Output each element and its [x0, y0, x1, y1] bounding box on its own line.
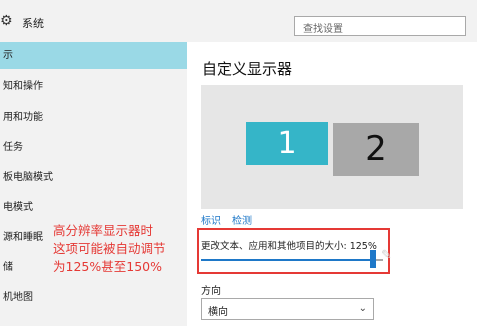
page-title: 自定义显示器 [202, 60, 293, 78]
gear-icon: ⚙ [0, 13, 13, 29]
search-placeholder: 查找设置 [303, 24, 343, 35]
title-bar: ⚙ 系统 查找设置 [0, 0, 477, 42]
sidebar-item-battery-saver[interactable]: 电模式 [0, 194, 187, 221]
monitor-1[interactable]: 1 [246, 122, 328, 165]
monitor-2[interactable]: 2 [333, 123, 419, 176]
main-panel: 自定义显示器 1 2 标识 检测 [187, 42, 477, 326]
sidebar-item-offline-maps[interactable]: 机地图 [0, 284, 187, 311]
annotation-line: 这项可能被自动调节 [53, 241, 166, 256]
sidebar-item-display[interactable]: 示 [0, 42, 187, 69]
sidebar-item-multitasking[interactable]: 任务 [0, 134, 187, 161]
scale-label: 更改文本、应用和其他项目的大小: 125% [201, 241, 377, 252]
identify-link[interactable]: 标识 [201, 212, 221, 227]
slider-fill [201, 259, 371, 261]
annotation-text: 高分辨率显示器时 这项可能被自动调节 为125%甚至150% [53, 222, 193, 276]
sidebar: 示 知和操作 用和功能 任务 板电脑模式 电模式 源和睡眠 储 机地图 [0, 42, 187, 326]
chevron-down-icon: ⌄ [358, 303, 367, 314]
search-input[interactable]: 查找设置 [294, 16, 466, 36]
sidebar-item-notifications[interactable]: 知和操作 [0, 73, 187, 100]
orientation-value: 横向 [208, 307, 228, 318]
orientation-label: 方向 [201, 286, 221, 297]
annotation-line: 高分辨率显示器时 [53, 223, 154, 238]
slider-thumb[interactable] [370, 250, 376, 268]
window-title: 系统 [22, 17, 44, 30]
scale-slider[interactable] [201, 259, 383, 261]
watermark-logo: ✎ [381, 248, 392, 263]
annotation-line: 为125%甚至150% [53, 259, 162, 274]
detect-link[interactable]: 检测 [232, 212, 252, 227]
sidebar-item-tablet-mode[interactable]: 板电脑模式 [0, 164, 187, 191]
display-preview: 1 2 [201, 85, 463, 209]
sidebar-item-apps[interactable]: 用和功能 [0, 104, 187, 131]
orientation-dropdown[interactable]: 横向 ⌄ [201, 298, 374, 320]
